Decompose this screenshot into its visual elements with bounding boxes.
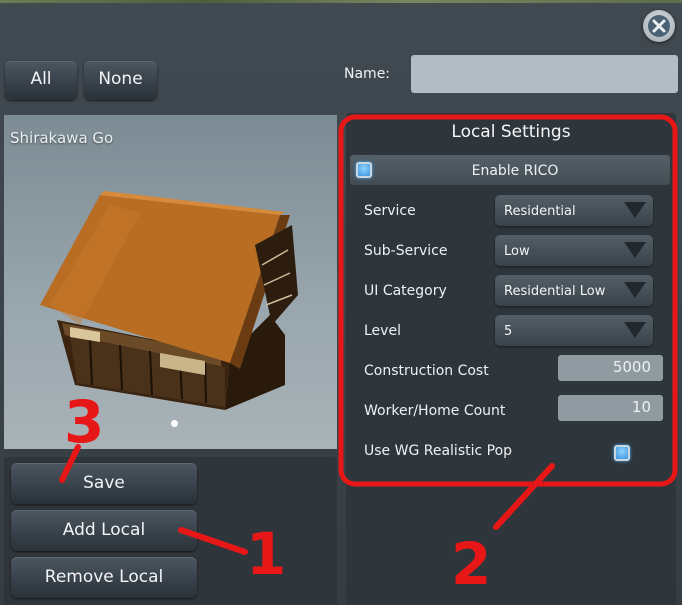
save-button[interactable]: Save	[11, 463, 197, 504]
preview-marker	[171, 420, 178, 427]
service-dropdown[interactable]: Residential	[495, 195, 653, 226]
add-local-label: Add Local	[62, 520, 146, 540]
name-input[interactable]	[411, 55, 678, 93]
ui-category-dropdown[interactable]: Residential Low	[495, 275, 653, 306]
construction-cost-label: Construction Cost	[364, 363, 489, 379]
preview-title: Shirakawa Go	[10, 129, 114, 147]
add-local-button[interactable]: Add Local	[11, 510, 197, 551]
remove-local-button[interactable]: Remove Local	[11, 557, 197, 598]
save-label: Save	[83, 473, 125, 493]
annotation-number-1: 1	[246, 520, 287, 588]
construction-cost-field[interactable]: 5000	[558, 355, 663, 381]
worker-home-count-field[interactable]: 10	[558, 395, 663, 421]
close-button[interactable]	[643, 10, 675, 42]
subservice-value: Low	[504, 244, 530, 259]
ui-category-label: UI Category	[364, 283, 447, 299]
wg-realistic-pop-checkbox[interactable]	[614, 445, 630, 461]
building-model-image	[40, 191, 298, 410]
worker-home-count-label: Worker/Home Count	[364, 403, 506, 419]
level-label: Level	[364, 323, 401, 339]
remove-local-label: Remove Local	[44, 567, 164, 587]
close-icon	[648, 15, 670, 37]
service-value: Residential	[504, 204, 576, 219]
enable-rico-label: Enable RICO	[471, 163, 559, 179]
chevron-down-icon	[624, 242, 646, 258]
select-all-label: All	[30, 69, 52, 89]
chevron-down-icon	[624, 282, 646, 298]
select-none-label: None	[98, 69, 143, 89]
chevron-down-icon	[624, 202, 646, 218]
subservice-label: Sub-Service	[364, 243, 448, 259]
name-label: Name:	[344, 66, 391, 82]
level-value: 5	[504, 324, 513, 339]
local-settings-title: Local Settings	[451, 122, 571, 142]
select-all-button[interactable]: All	[5, 61, 77, 100]
ui-category-value: Residential Low	[504, 284, 606, 299]
annotation-number-2: 2	[451, 530, 492, 598]
service-label: Service	[364, 203, 416, 219]
level-dropdown[interactable]: 5	[495, 315, 653, 346]
wg-realistic-pop-label: Use WG Realistic Pop	[364, 443, 513, 459]
subservice-dropdown[interactable]: Low	[495, 235, 653, 266]
select-none-button[interactable]: None	[84, 61, 157, 100]
chevron-down-icon	[624, 322, 646, 338]
annotation-number-3: 3	[64, 388, 105, 456]
